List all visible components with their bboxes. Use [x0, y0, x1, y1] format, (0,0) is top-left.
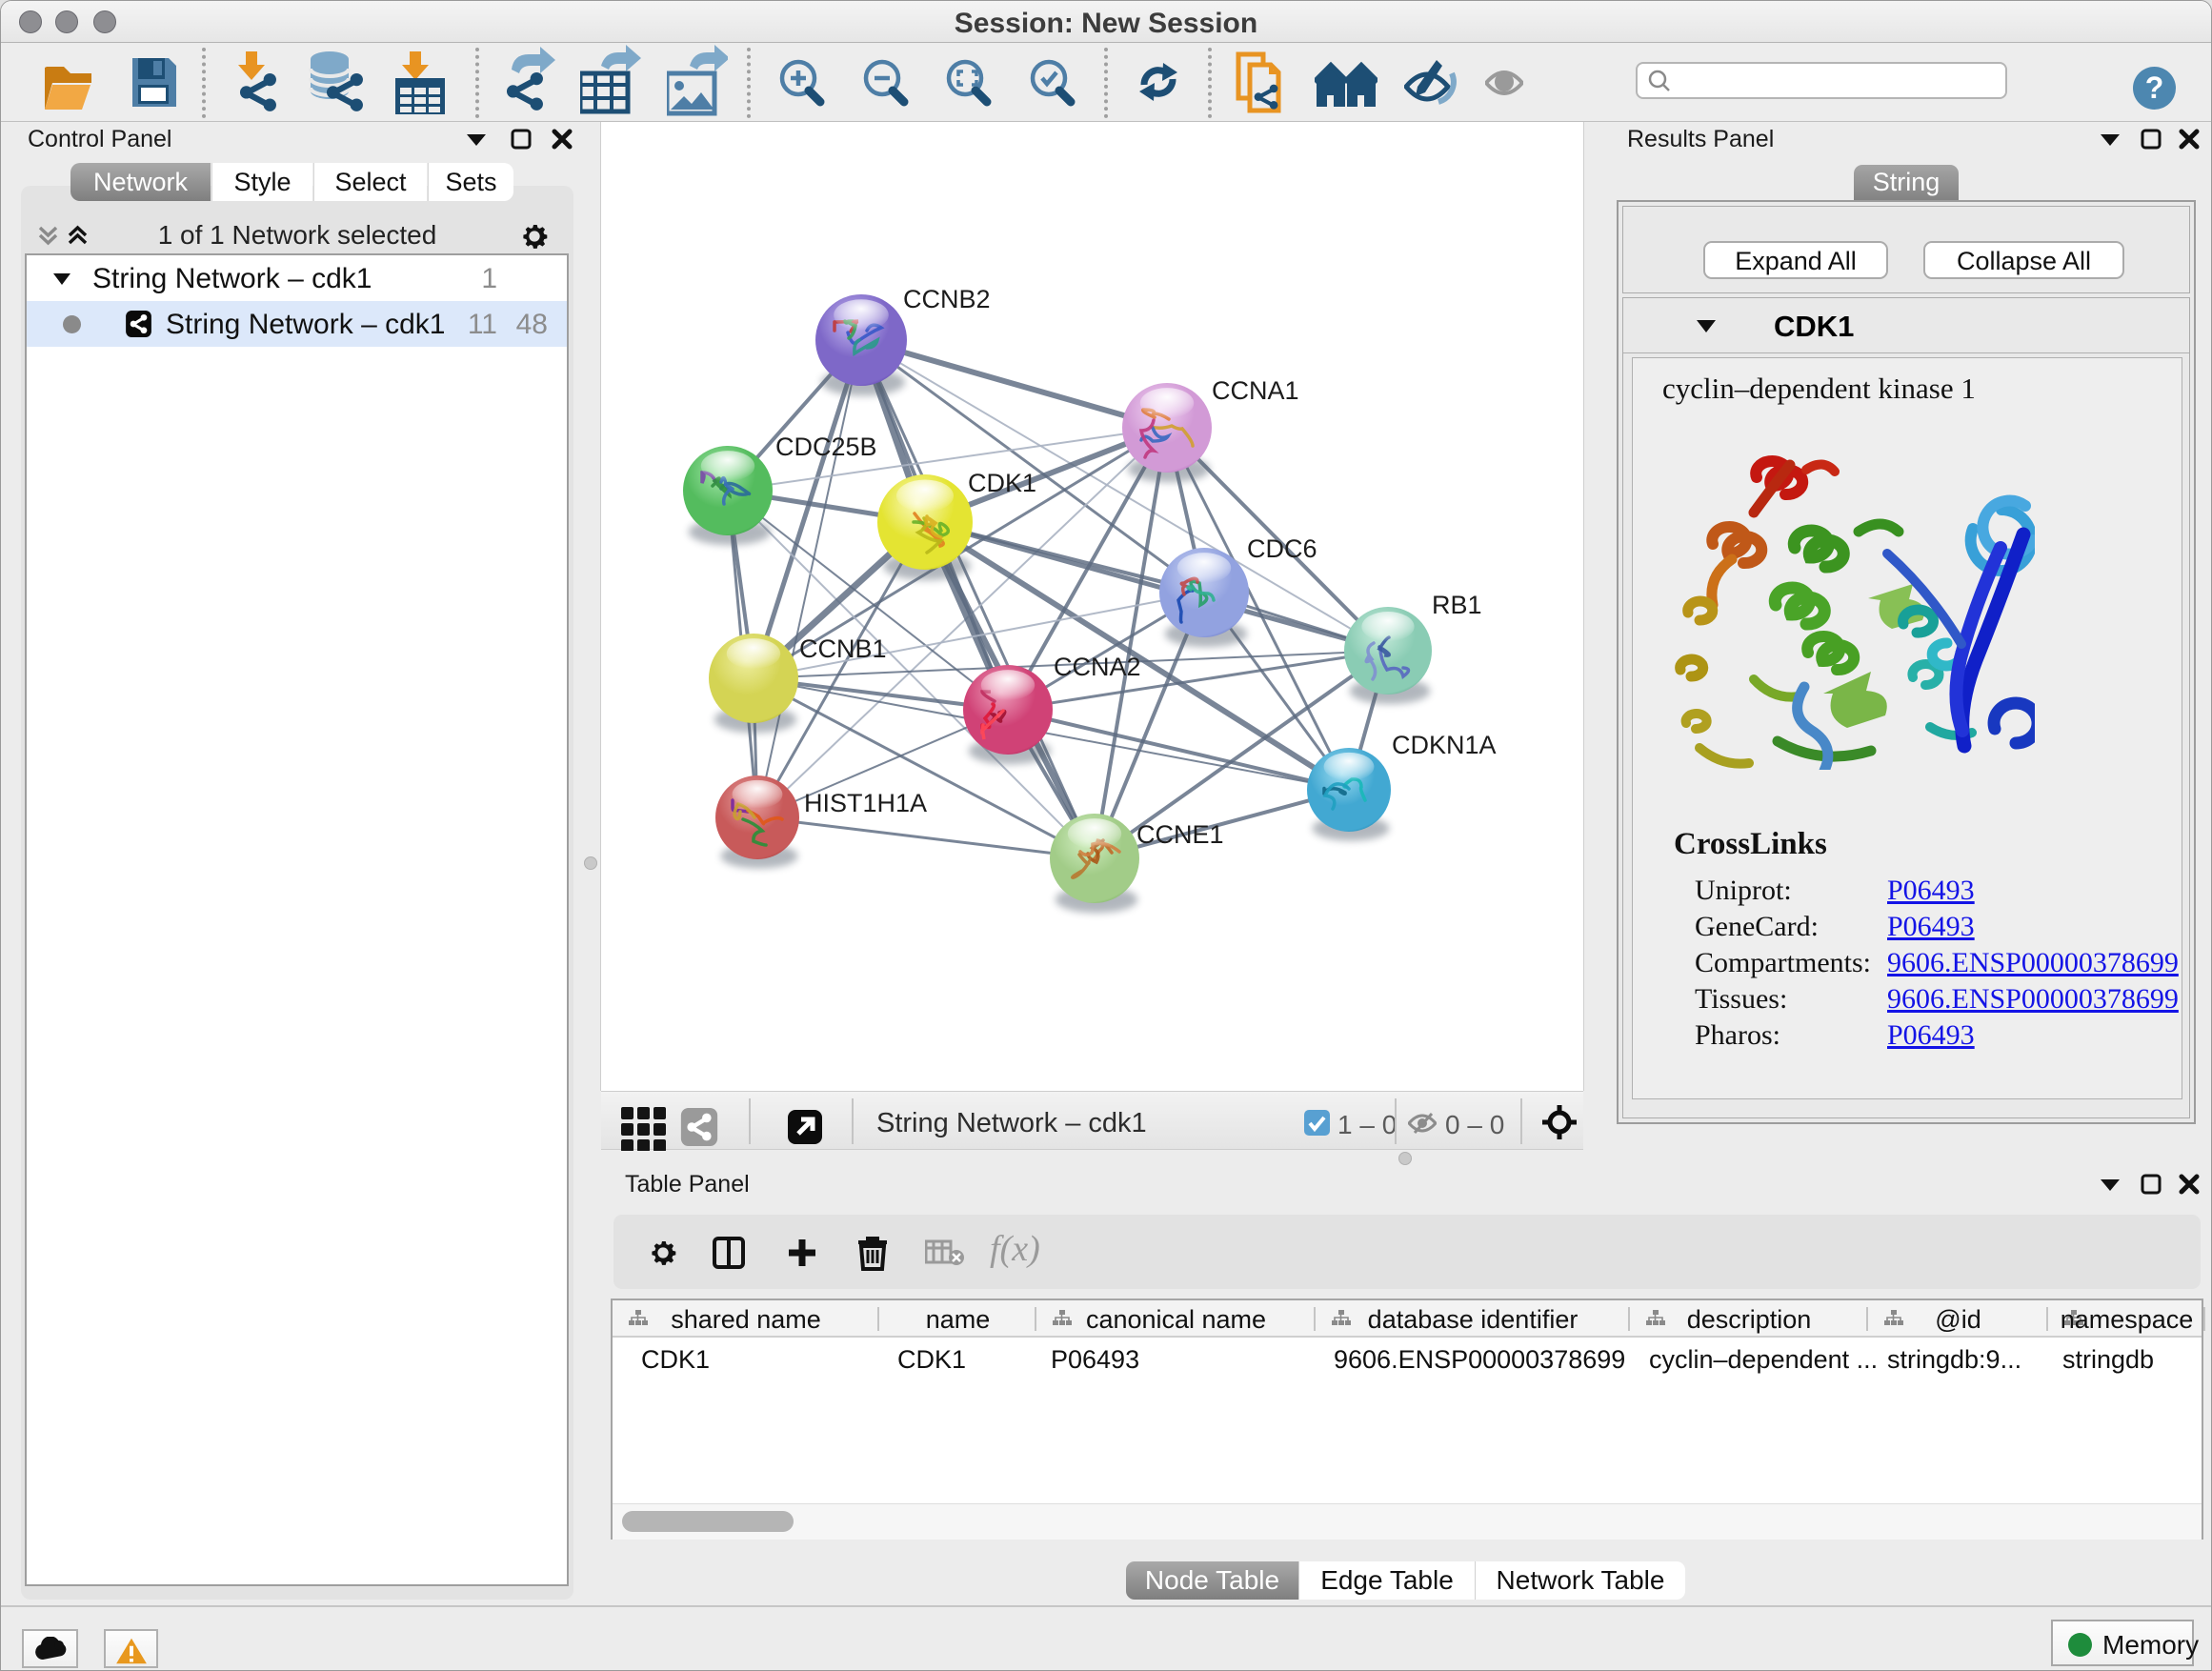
- svg-text:CDC6: CDC6: [1247, 534, 1317, 563]
- svg-text:HIST1H1A: HIST1H1A: [804, 789, 927, 817]
- svg-text:CCNE1: CCNE1: [1136, 820, 1224, 849]
- svg-text:CDC25B: CDC25B: [775, 433, 877, 461]
- svg-text:CDKN1A: CDKN1A: [1392, 731, 1497, 759]
- svg-text:CCNB1: CCNB1: [799, 634, 887, 663]
- svg-text:RB1: RB1: [1432, 591, 1482, 619]
- svg-text:CCNB2: CCNB2: [903, 285, 991, 313]
- svg-text:CCNA1: CCNA1: [1212, 376, 1299, 405]
- svg-text:CDK1: CDK1: [968, 469, 1036, 497]
- svg-text:CCNA2: CCNA2: [1054, 653, 1141, 681]
